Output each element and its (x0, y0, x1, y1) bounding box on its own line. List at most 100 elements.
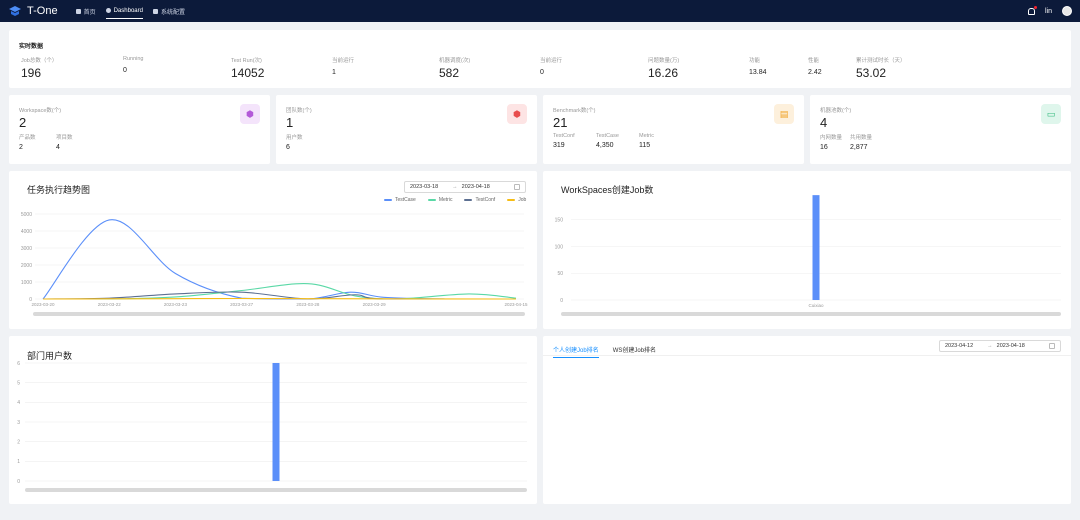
metric-value[interactable]: 0 (123, 67, 144, 74)
y-tick-label: 4 (17, 400, 20, 406)
metric-label: 机器调度(次) (439, 58, 471, 64)
y-tick-label: 5 (17, 380, 20, 386)
home-icon (75, 8, 81, 14)
nav-home-label: 首页 (83, 9, 96, 16)
trend-scrollbar[interactable] (33, 312, 525, 316)
top-nav-bar: T-One 首页 Dashboard 系统配置 lin (0, 0, 1080, 22)
y-tick-label: 50 (557, 271, 563, 277)
y-tick-label: 6 (17, 361, 20, 367)
nav-settings[interactable]: 系统配置 (152, 3, 185, 20)
bar (272, 363, 280, 481)
bar (812, 195, 820, 300)
brand[interactable]: T-One (8, 5, 58, 17)
ws-bar-chart: 0 50 100 150 Cuixiao (555, 195, 1061, 308)
y-tick-label: 0 (560, 298, 563, 304)
x-tick-label: 2023-03-27 (230, 302, 254, 307)
metric-label: Job总数（个） (21, 58, 58, 64)
stat-sub: Metric 115 (639, 133, 654, 149)
stat-sub-value: 4,350 (596, 142, 614, 149)
series-line-job (42, 297, 517, 300)
stat-label: 机器池数(个) (820, 108, 852, 114)
metric-performance: 性能 2.42 (808, 56, 822, 76)
metric-value: 196 (21, 66, 42, 80)
cube-icon: ⬢ (240, 104, 260, 124)
date-separator: → (987, 343, 993, 349)
x-tick-label: 2023-03-29 (363, 302, 387, 307)
stat-sub-label: 用户数 (286, 135, 303, 141)
dept-bar-chart: 0 1 2 3 4 5 6 (17, 361, 527, 485)
ranking-card: 个人创建Job排名 WS创建Job排名 2023-04-12 → 2023-04… (543, 336, 1071, 504)
y-tick-label: 1000 (21, 280, 32, 286)
bell-icon[interactable] (1027, 5, 1037, 15)
document-icon: ▤ (774, 104, 794, 124)
stat-sub: TestConf 319 (553, 133, 575, 149)
stat-value: 21 (553, 115, 568, 130)
stat-sub-value: 2 (19, 144, 23, 151)
stat-sub: 项目数 4 (56, 133, 73, 151)
stat-sub-value: 16 (820, 144, 828, 151)
stat-sub-label: TestCase (596, 133, 619, 139)
date-start[interactable]: 2023-04-12 (945, 343, 973, 349)
metric-label: Running (123, 56, 144, 62)
stat-sub-label: 内网数量 (820, 135, 843, 141)
x-tick-label: 2023-04-15 (504, 302, 528, 307)
stat-sub-label: Metric (639, 133, 654, 139)
calendar-icon[interactable] (1049, 343, 1055, 349)
metric-value: 14052 (231, 66, 265, 80)
y-tick-label: 4000 (21, 229, 32, 235)
realtime-title: 实时数据 (19, 44, 44, 50)
metric-label: Test Run(次) (231, 58, 262, 64)
y-tick-label: 0 (17, 479, 20, 485)
team-icon: ⬢ (507, 104, 527, 124)
metric-current-run: 当前运行 1 (332, 56, 354, 76)
metric-current-run-2: 当前运行 0 (540, 56, 562, 76)
settings-icon (152, 8, 158, 14)
stat-value: 2 (19, 115, 27, 130)
stat-value: 1 (286, 115, 294, 130)
metric-job-total: Job总数（个） 196 (21, 56, 57, 80)
x-tick-label: 2023-03-23 (164, 302, 188, 307)
stat-card-workspace: Workspace数(个) 2 产品数 2 项目数 4 ⬢ (9, 95, 270, 164)
stat-sub-value: 2,877 (850, 144, 868, 151)
username[interactable]: lin (1045, 8, 1052, 15)
metric-label: 当前运行 (332, 58, 355, 64)
dept-scrollbar[interactable] (25, 488, 527, 492)
x-tick-label: 2023-03-22 (98, 302, 122, 307)
metric-running: Running 0 (123, 56, 144, 74)
dashboard-icon (105, 8, 111, 13)
logo-icon (9, 6, 21, 16)
ranking-date-range[interactable]: 2023-04-12 → 2023-04-18 (939, 340, 1061, 352)
tabs-divider (543, 355, 1071, 356)
metric-label: 累计测试时长（天） (856, 58, 906, 64)
stat-sub-value: 319 (553, 142, 565, 149)
stat-sub: 共用数量 2,877 (850, 133, 872, 151)
date-end[interactable]: 2023-04-18 (997, 343, 1025, 349)
metric-test-run: Test Run(次) 14052 (231, 56, 264, 80)
stat-label: Workspace数(个) (19, 108, 62, 114)
stat-card-benchmark: Benchmark数(个) 21 TestConf 319 TestCase 4,3… (543, 95, 804, 164)
stat-value: 4 (820, 115, 828, 130)
metric-value[interactable]: 1 (332, 69, 354, 76)
app-title: T-One (27, 5, 58, 17)
realtime-card: 实时数据 Job总数（个） 196 Running 0 Test Run(次) … (9, 30, 1071, 88)
metric-duration: 累计测试时长（天） 53.02 (856, 56, 906, 80)
stat-sub-label: 共用数量 (850, 135, 873, 141)
nav-home[interactable]: 首页 (75, 3, 96, 20)
dept-chart-card: 部门用户数 0123456 (9, 336, 537, 504)
stat-label: 团队数(个) (286, 108, 312, 114)
y-tick-label: 2000 (21, 263, 32, 269)
series-line-testcase (42, 219, 516, 300)
x-tick-label: 2023-03-20 (31, 302, 55, 307)
stat-sub-label: 产品数 (19, 135, 36, 141)
metric-value[interactable]: 0 (540, 69, 562, 76)
nav-dashboard[interactable]: Dashboard (105, 4, 143, 19)
y-tick-label: 5000 (21, 212, 32, 218)
avatar[interactable] (1062, 6, 1072, 16)
ws-scrollbar[interactable] (561, 312, 1061, 316)
y-tick-label: 3000 (21, 246, 32, 252)
y-tick-label: 100 (555, 244, 564, 250)
metric-value: 53.02 (856, 66, 887, 80)
x-tick-label: 2023-03-28 (296, 302, 320, 307)
x-tick-label: Cuixiao (808, 303, 824, 308)
stat-sub-label: TestConf (553, 133, 575, 139)
